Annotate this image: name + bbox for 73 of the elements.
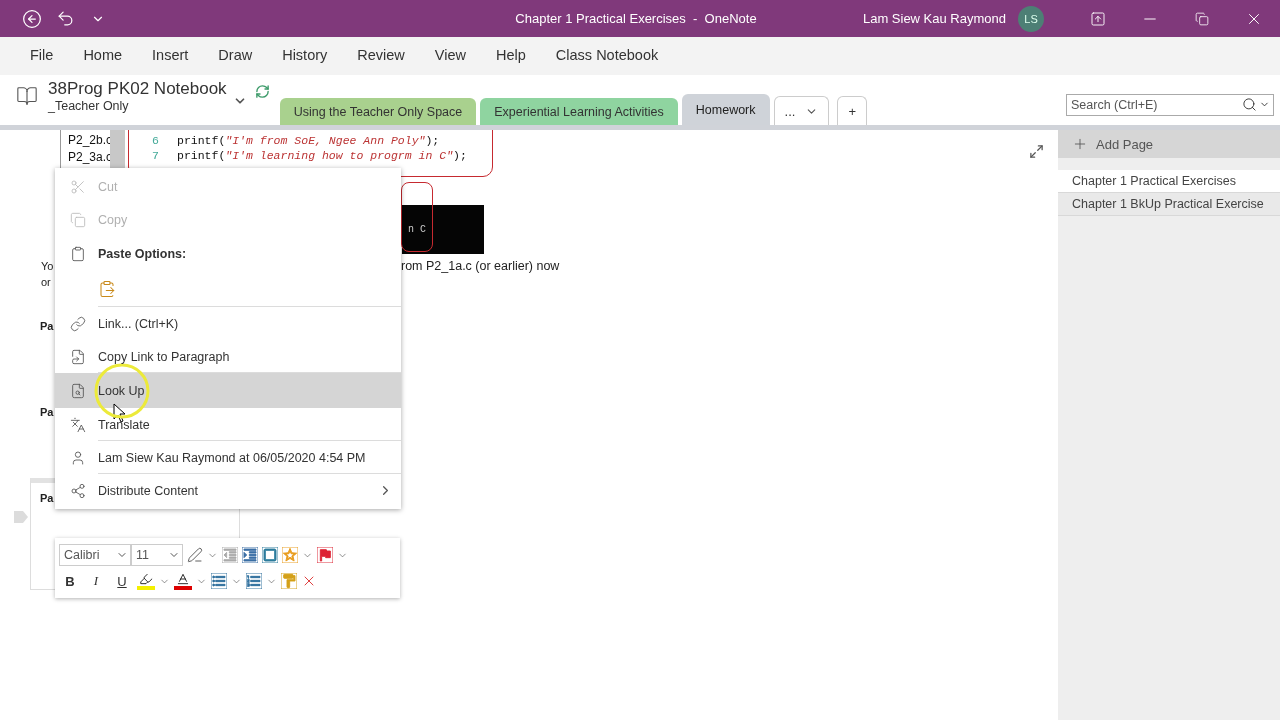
menu-item[interactable]: Look Up xyxy=(55,373,401,408)
paste-options-label: Paste Options: xyxy=(98,246,187,261)
ribbon-tab[interactable]: File xyxy=(15,37,69,75)
underline-button[interactable]: U xyxy=(111,573,133,589)
ribbon-tab[interactable]: Home xyxy=(68,37,138,75)
italic-button[interactable]: I xyxy=(85,573,107,589)
bold-button[interactable]: B xyxy=(59,573,81,589)
checkbox-icon xyxy=(262,547,278,563)
document-search-icon xyxy=(69,382,87,399)
ribbon-tab[interactable]: Review xyxy=(342,37,420,75)
share-icon xyxy=(69,482,87,499)
code-line: 7 printf("I'm learning how to progrm in C"); xyxy=(151,149,468,164)
bullet-list-icon xyxy=(211,573,227,589)
file-name: P2_2b.c xyxy=(68,133,110,147)
menu-item[interactable]: Lam Siew Kau Raymond at 06/05/2020 4:54 PM xyxy=(55,441,401,474)
highlighter-icon[interactable] xyxy=(137,572,155,590)
notebook-icon[interactable] xyxy=(16,85,38,107)
user-avatar[interactable]: LS xyxy=(1018,5,1044,32)
document-link-icon xyxy=(69,348,87,365)
add-page-button[interactable]: Add Page xyxy=(1058,130,1280,158)
styles-icon xyxy=(187,547,203,563)
copy-icon xyxy=(69,211,87,228)
decrease-indent-icon xyxy=(222,547,238,563)
user-name[interactable]: Lam Siew Kau Raymond xyxy=(862,11,1006,26)
plus-icon xyxy=(1072,136,1088,152)
code-line: 6 printf("I'm from SoE, Ngee Ann Poly"); xyxy=(151,134,441,149)
ribbon-tab[interactable]: Help xyxy=(481,37,541,75)
section-tab[interactable]: Homework xyxy=(681,94,770,125)
paragraph-text: or xyxy=(41,276,51,288)
font-name-field[interactable]: Calibri xyxy=(59,544,131,566)
window-title: Chapter 1 Practical Exercises - OneNote xyxy=(514,11,758,26)
menu-item[interactable]: Distribute Content xyxy=(55,474,401,507)
font-color-icon[interactable] xyxy=(174,572,192,590)
link-icon xyxy=(69,315,87,332)
ribbon-tab[interactable]: Class Notebook xyxy=(540,37,674,75)
more-sections-tab[interactable]: ... xyxy=(773,96,830,125)
paste-picture-icon[interactable] xyxy=(98,279,116,299)
ribbon-tab[interactable]: Draw xyxy=(203,37,268,75)
numbered-list-icon xyxy=(246,573,262,589)
tag-star-icon xyxy=(282,547,298,563)
expand-icon[interactable] xyxy=(1029,144,1044,159)
heading-text: Pa xyxy=(40,320,54,332)
menu-item[interactable]: Copy Link to Paragraph xyxy=(55,340,401,373)
menu-item[interactable]: Translate xyxy=(55,408,401,441)
scissors-icon xyxy=(69,178,87,195)
page-item[interactable]: Chapter 1 BkUp Practical Exercise xyxy=(1058,193,1280,216)
ribbon-tab[interactable]: View xyxy=(419,37,481,75)
clipboard-icon xyxy=(69,245,87,262)
menu-item[interactable]: Link... (Ctrl+K) xyxy=(55,307,401,340)
paragraph-text: Yo xyxy=(41,260,54,272)
cursor-highlight xyxy=(94,363,150,419)
flag-icon xyxy=(317,547,333,563)
console-output: n C xyxy=(402,205,484,254)
sync-icon[interactable] xyxy=(254,83,270,99)
add-section-tab[interactable]: + xyxy=(837,96,867,125)
section-group-name[interactable]: _Teacher Only xyxy=(48,99,227,113)
ribbon-tab[interactable]: Insert xyxy=(137,37,204,75)
search-field[interactable]: Search (Ctrl+E) xyxy=(1066,94,1274,116)
search-icon[interactable] xyxy=(1242,97,1257,112)
notebook-name[interactable]: 38Prog PK02 Notebook xyxy=(48,79,227,99)
section-tab[interactable]: Using the Teacher Only Space xyxy=(279,98,477,125)
page-item[interactable]: Chapter 1 Practical Exercises xyxy=(1058,170,1280,193)
paragraph-handle-icon[interactable] xyxy=(14,511,28,523)
file-name: P2_3a.c xyxy=(68,150,110,164)
increase-indent-icon xyxy=(242,547,258,563)
ribbon-tab[interactable]: History xyxy=(267,37,343,75)
section-tab[interactable]: Experiential Learning Activities xyxy=(480,98,678,125)
font-size-field[interactable]: 11 xyxy=(131,544,183,566)
format-painter-icon xyxy=(281,573,297,589)
heading-text: Pa xyxy=(40,406,54,418)
translate-icon xyxy=(69,416,87,433)
paragraph-text: rom P2_1a.c (or earlier) now xyxy=(401,259,560,273)
heading-text: Pa xyxy=(40,492,54,504)
